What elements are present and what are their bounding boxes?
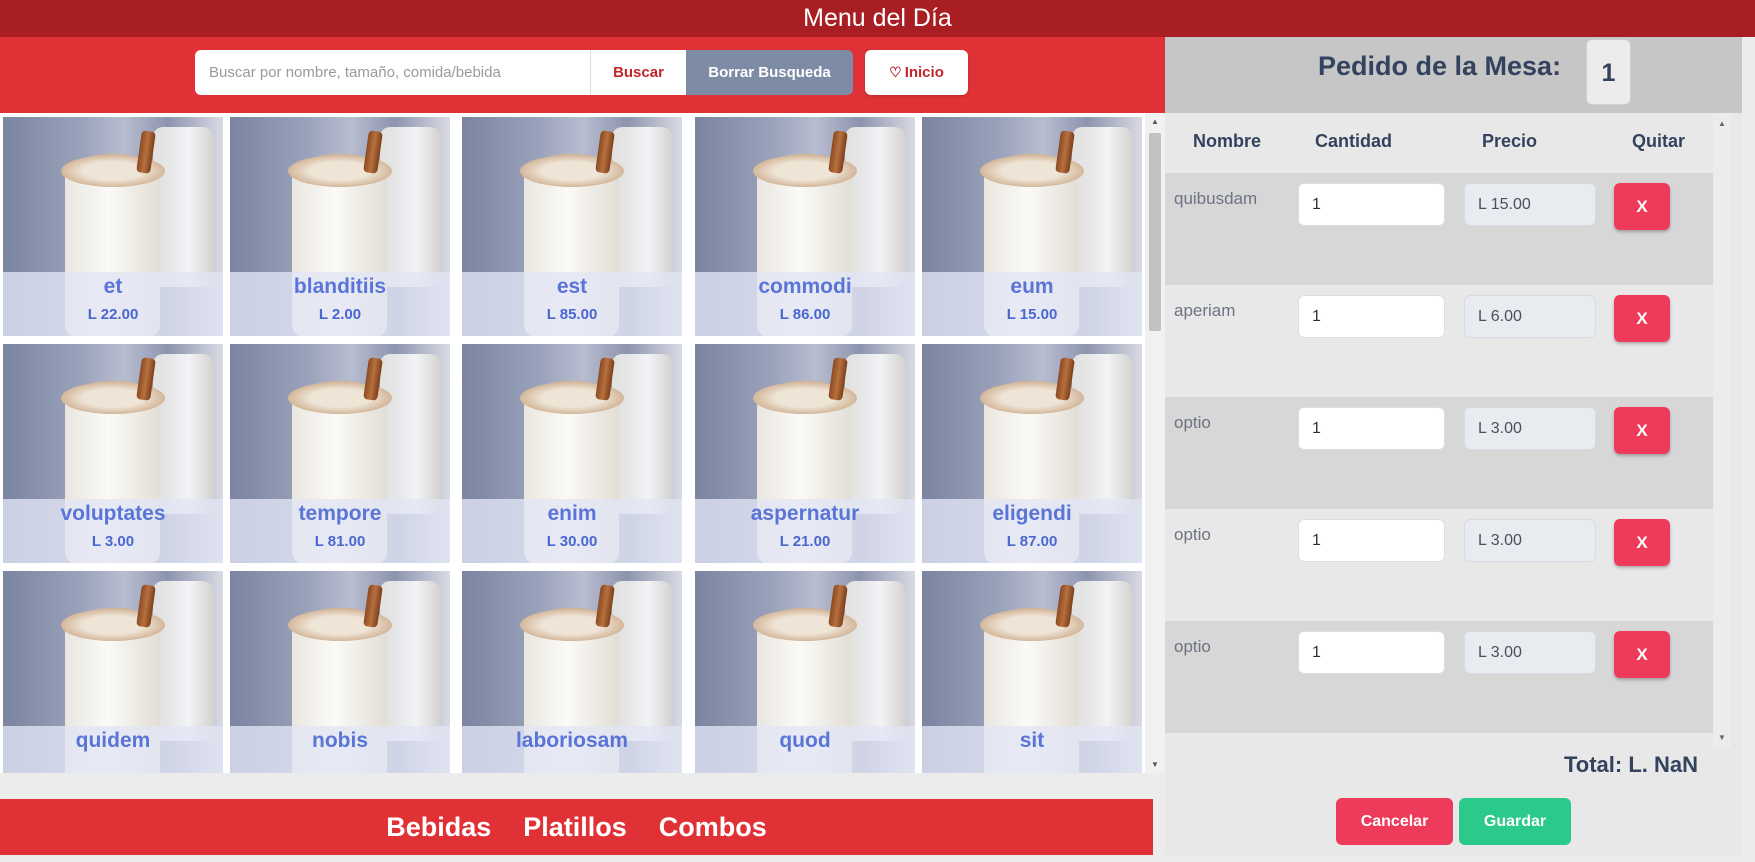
- menu-item-name: enim: [547, 502, 597, 525]
- menu-item-name: aspernatur: [750, 502, 860, 525]
- app-title: Menu del Día: [0, 0, 1755, 37]
- price-field: [1464, 183, 1596, 226]
- menu-item-card[interactable]: tempore L 81.00: [230, 344, 450, 563]
- scrollbar-thumb[interactable]: [1149, 133, 1161, 331]
- menu-item-name: et: [103, 275, 123, 298]
- remove-item-button[interactable]: X: [1614, 631, 1670, 678]
- menu-item-price: L 87.00: [1006, 533, 1058, 550]
- menu-item-name: laboriosam: [515, 729, 629, 752]
- menu-item-card[interactable]: sit: [922, 571, 1142, 773]
- menu-item-card[interactable]: eligendi L 87.00: [922, 344, 1142, 563]
- menu-item-name: eum: [1010, 275, 1054, 298]
- menu-item-price: L 2.00: [318, 306, 362, 323]
- menu-item-price: L 85.00: [546, 306, 598, 323]
- menu-item-price: L 86.00: [779, 306, 831, 323]
- search-button[interactable]: Buscar: [590, 50, 686, 95]
- quantity-input[interactable]: [1298, 631, 1445, 674]
- quantity-input[interactable]: [1298, 183, 1445, 226]
- order-row: optio X: [1165, 397, 1713, 509]
- menu-item-price: L 15.00: [1006, 306, 1058, 323]
- menu-grid: et L 22.00 blanditiis L 2.00 est L 85.00 commo…: [0, 113, 1145, 773]
- menu-item-name: quod: [779, 729, 831, 752]
- menu-scrollbar[interactable]: ▲ ▼: [1145, 113, 1165, 773]
- home-button[interactable]: ♡ Inicio: [865, 50, 968, 95]
- order-item-name: optio: [1174, 637, 1211, 656]
- order-item-name: optio: [1174, 525, 1211, 544]
- scroll-up-icon[interactable]: ▲: [1718, 119, 1726, 128]
- menu-item-card[interactable]: quod: [695, 571, 915, 773]
- category-tab[interactable]: Combos: [659, 799, 767, 855]
- menu-item-card[interactable]: eum L 15.00: [922, 117, 1142, 336]
- menu-item-price: L 22.00: [87, 306, 139, 323]
- quantity-input[interactable]: [1298, 295, 1445, 338]
- order-total: Total: L. NaN: [1563, 752, 1698, 777]
- menu-item-card[interactable]: quidem: [3, 571, 223, 773]
- clear-search-button[interactable]: Borrar Busqueda: [686, 50, 853, 95]
- menu-item-name: est: [556, 275, 588, 298]
- category-tab[interactable]: Platillos: [523, 799, 627, 855]
- menu-item-name: eligendi: [992, 502, 1072, 525]
- order-item-name: aperiam: [1174, 301, 1236, 320]
- category-tab[interactable]: Bebidas: [386, 799, 491, 855]
- menu-item-card[interactable]: enim L 30.00: [462, 344, 682, 563]
- menu-item-name: tempore: [298, 502, 382, 525]
- column-header-remove: Quitar: [1632, 131, 1686, 151]
- order-item-name: quibusdam: [1174, 189, 1258, 208]
- order-list: Nombre Cantidad Precio Quitar quibusdam X…: [1165, 113, 1742, 748]
- search-bar: Buscar Borrar Busqueda ♡Inicio: [0, 37, 1165, 113]
- quantity-input[interactable]: [1298, 519, 1445, 562]
- menu-item-card[interactable]: nobis: [230, 571, 450, 773]
- scroll-down-icon[interactable]: ▼: [1718, 733, 1726, 742]
- order-header: Pedido de la Mesa: 1: [1165, 37, 1742, 113]
- order-item-name: optio: [1174, 413, 1211, 432]
- menu-item-price: L 81.00: [314, 533, 366, 550]
- menu-grid-panel: et L 22.00 blanditiis L 2.00 est L 85.00 commo…: [0, 113, 1165, 773]
- category-bar: Bebidas Platillos Combos: [0, 799, 1153, 855]
- menu-item-card[interactable]: est L 85.00: [462, 117, 682, 336]
- menu-item-name: voluptates: [60, 502, 166, 525]
- order-panel: Pedido de la Mesa: 1 Nombre Cantidad Pre…: [1165, 37, 1742, 855]
- menu-item-name: commodi: [758, 275, 852, 298]
- menu-item-card[interactable]: et L 22.00: [3, 117, 223, 336]
- order-title: Pedido de la Mesa:: [1318, 51, 1562, 81]
- cancel-button[interactable]: Cancelar: [1336, 798, 1453, 845]
- table-number: 1: [1586, 39, 1631, 105]
- menu-item-name: nobis: [312, 729, 368, 752]
- heart-icon: ♡: [889, 64, 902, 80]
- home-label: Inicio: [904, 64, 944, 81]
- menu-item-card[interactable]: blanditiis L 2.00: [230, 117, 450, 336]
- quantity-input[interactable]: [1298, 407, 1445, 450]
- remove-item-button[interactable]: X: [1614, 519, 1670, 566]
- menu-item-name: blanditiis: [293, 275, 387, 298]
- remove-item-button[interactable]: X: [1614, 407, 1670, 454]
- order-row: optio X: [1165, 509, 1713, 621]
- order-row: quibusdam X: [1165, 173, 1713, 285]
- remove-item-button[interactable]: X: [1614, 183, 1670, 230]
- column-header-qty: Cantidad: [1315, 131, 1393, 151]
- menu-item-price: L 21.00: [779, 533, 831, 550]
- column-header-price: Precio: [1482, 131, 1538, 151]
- menu-item-card[interactable]: aspernatur L 21.00: [695, 344, 915, 563]
- menu-item-price: L 3.00: [91, 533, 135, 550]
- save-button[interactable]: Guardar: [1459, 798, 1571, 845]
- order-row: aperiam X: [1165, 285, 1713, 397]
- order-row: optio X: [1165, 621, 1713, 733]
- menu-item-name: sit: [1019, 729, 1045, 752]
- menu-item-card[interactable]: commodi L 86.00: [695, 117, 915, 336]
- remove-item-button[interactable]: X: [1614, 295, 1670, 342]
- menu-item-card[interactable]: laboriosam: [462, 571, 682, 773]
- menu-item-card[interactable]: voluptates L 3.00: [3, 344, 223, 563]
- price-field: [1464, 631, 1596, 674]
- order-scrollbar[interactable]: ▲ ▼: [1713, 113, 1731, 748]
- menu-item-name: quidem: [75, 729, 151, 752]
- price-field: [1464, 519, 1596, 562]
- price-field: [1464, 407, 1596, 450]
- search-input[interactable]: [195, 50, 590, 95]
- scroll-down-icon[interactable]: ▼: [1151, 760, 1159, 769]
- scroll-up-icon[interactable]: ▲: [1151, 117, 1159, 126]
- price-field: [1464, 295, 1596, 338]
- menu-item-price: L 30.00: [546, 533, 598, 550]
- column-header-name: Nombre: [1193, 131, 1262, 151]
